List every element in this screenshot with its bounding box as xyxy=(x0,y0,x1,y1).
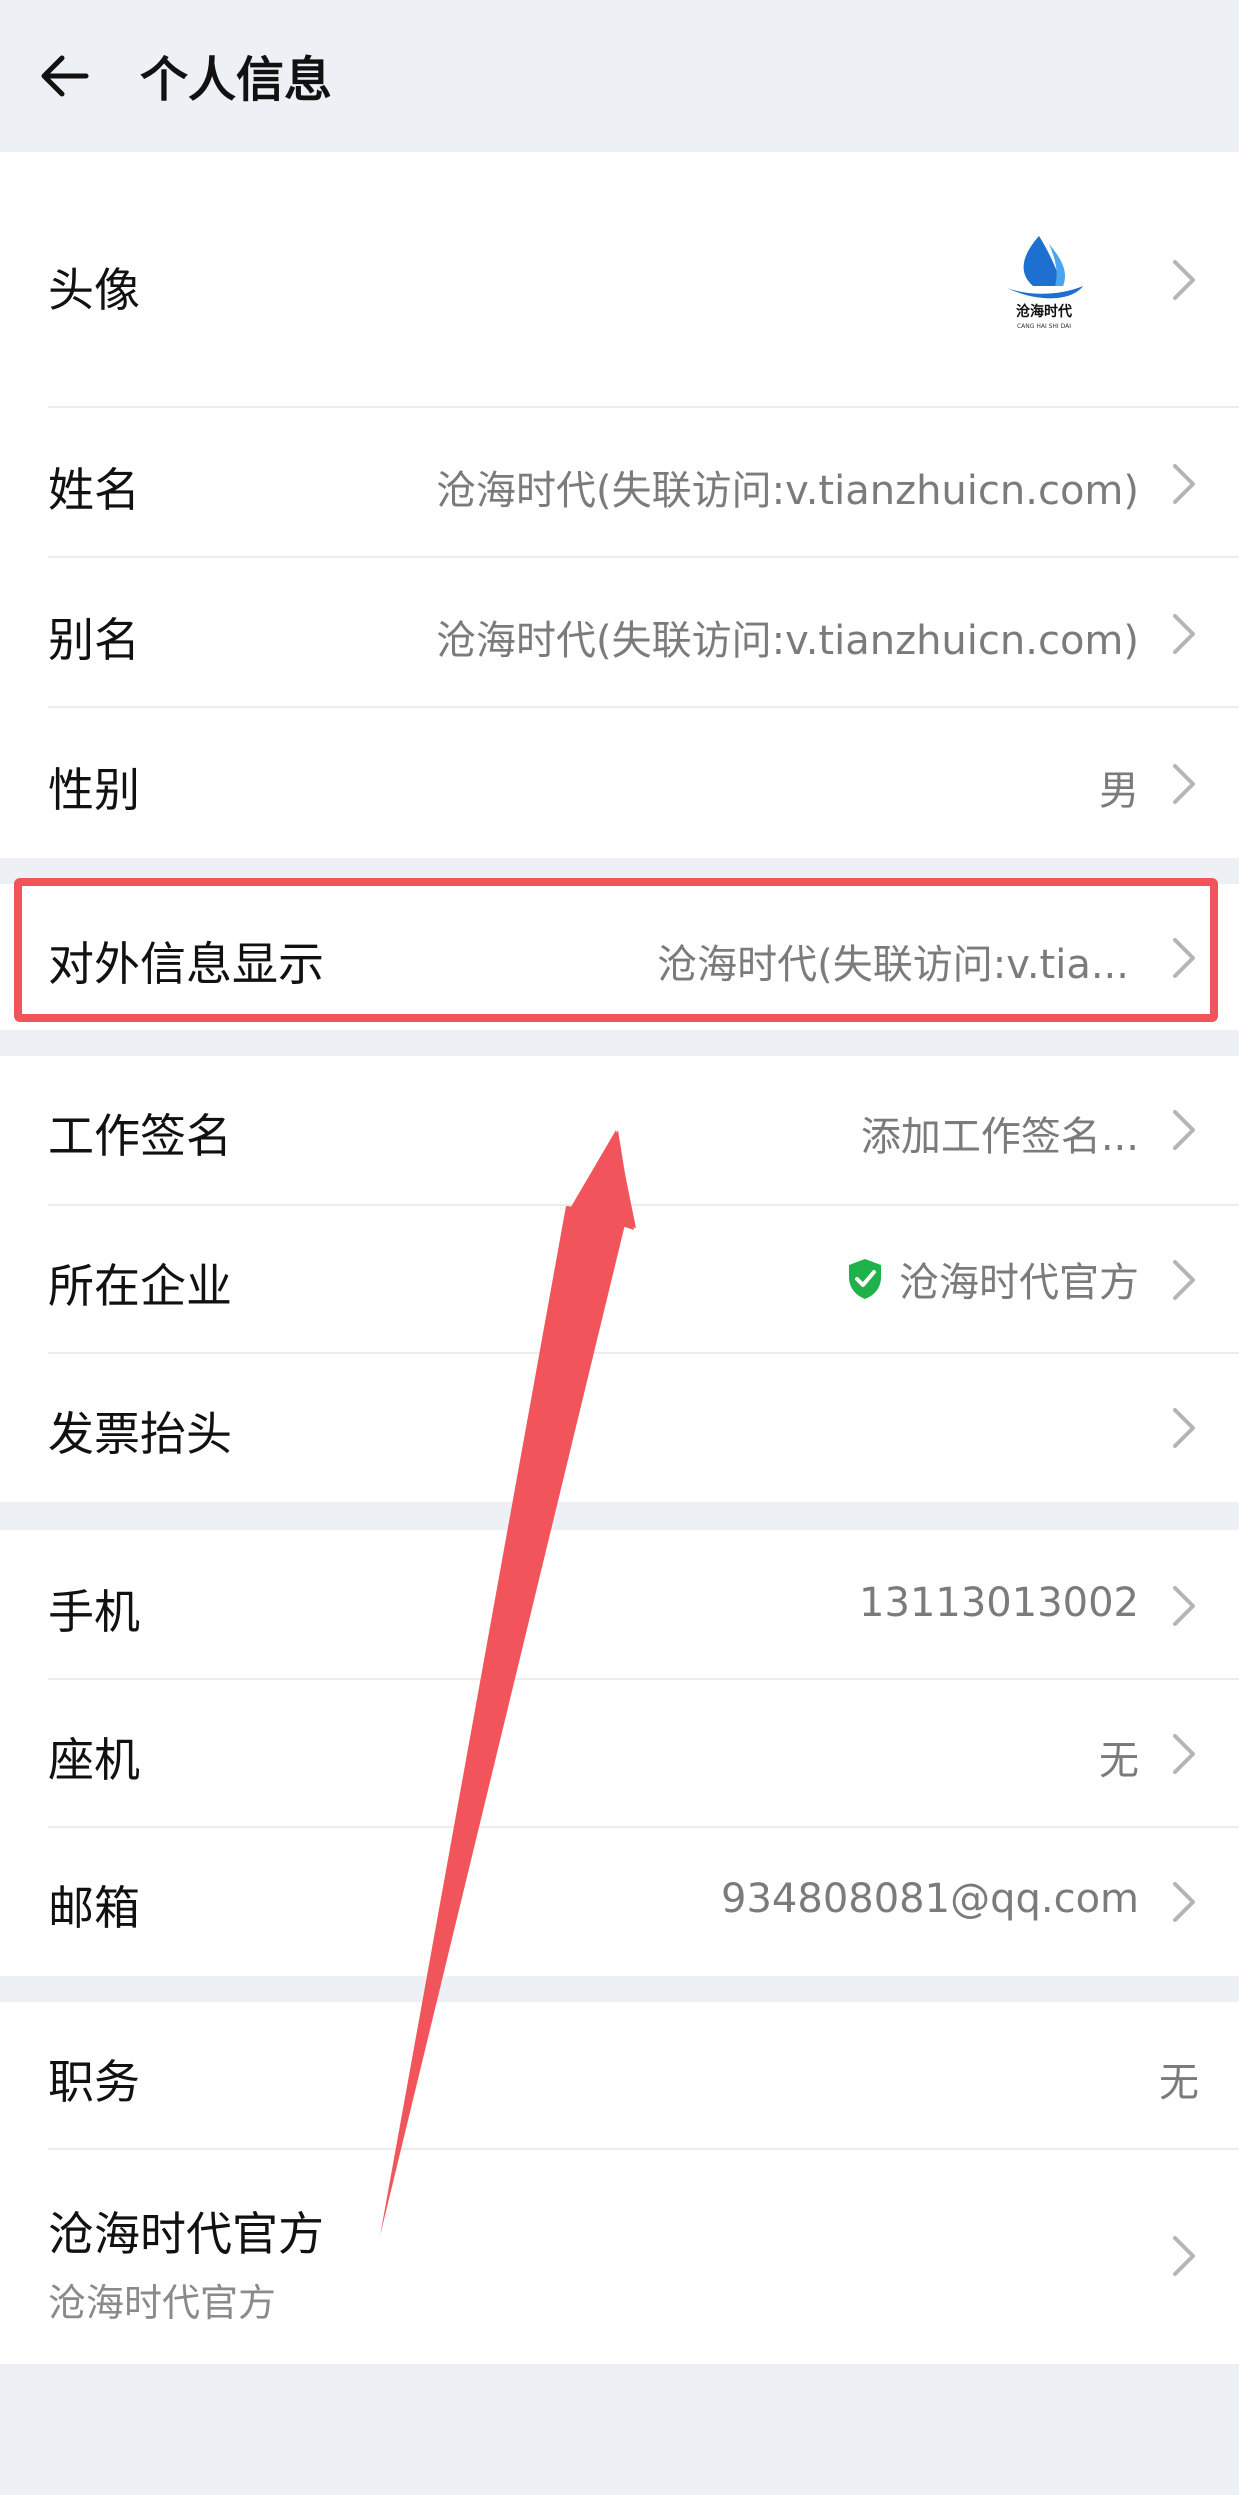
alias-row[interactable]: 别名 沧海时代(失联访问:v.tianzhuicn.com) xyxy=(0,558,1239,708)
chevron-right-icon xyxy=(1173,2236,1195,2276)
email-row[interactable]: 邮箱 934808081@qq.com xyxy=(0,1828,1239,1976)
chevron-right-icon xyxy=(1173,1586,1195,1626)
chevron-right-icon xyxy=(1173,1734,1195,1774)
mobile-value: 13113013002 xyxy=(859,1580,1139,1626)
avatar-label: 头像 xyxy=(48,263,140,317)
invoice-row[interactable]: 发票抬头 xyxy=(0,1354,1239,1502)
chevron-right-icon xyxy=(1173,764,1195,804)
back-button[interactable] xyxy=(34,46,94,106)
chevron-right-icon xyxy=(1173,1408,1195,1448)
name-value: 沧海时代(失联访问:v.tianzhuicn.com) xyxy=(436,468,1139,514)
personal-info-page: 个人信息 头像 沧海时代 CANG HAI SHI DAI 姓名 沧海时代(失联… xyxy=(0,0,1239,2495)
company-logo: 沧海时代 CANG HAI SHI DAI xyxy=(999,236,1089,330)
chevron-right-icon xyxy=(1173,464,1195,504)
chevron-right-icon xyxy=(1173,1882,1195,1922)
svg-text:沧海时代: 沧海时代 xyxy=(1016,303,1072,320)
contact-section: 手机 13113013002 座机 无 邮箱 934808081@qq.com xyxy=(0,1530,1239,1976)
position-label: 职务 xyxy=(48,2055,140,2109)
company-label: 所在企业 xyxy=(48,1259,232,1313)
top-bar: 个人信息 xyxy=(0,0,1239,152)
basic-info-section: 头像 沧海时代 CANG HAI SHI DAI 姓名 沧海时代(失联访问:v.… xyxy=(0,152,1239,858)
company-value: 沧海时代官方 xyxy=(899,1260,1139,1306)
alias-value: 沧海时代(失联访问:v.tianzhuicn.com) xyxy=(436,618,1139,664)
gender-value: 男 xyxy=(1099,768,1139,814)
arrow-left-icon xyxy=(41,55,89,97)
position-value: 无 xyxy=(1159,2060,1199,2106)
company-value-wrap: 沧海时代官方 xyxy=(845,1250,1139,1308)
mobile-label: 手机 xyxy=(48,1585,140,1639)
external-info-value: 沧海时代(失联访问:v.tia... xyxy=(657,942,1129,988)
work-info-section: 工作签名 添加工作签名... 所在企业 沧海时代官方 发票抬头 xyxy=(0,1056,1239,1502)
organization-sublabel: 沧海时代官方 xyxy=(48,2281,277,2325)
invoice-label: 发票抬头 xyxy=(48,1407,232,1461)
signature-value: 添加工作签名... xyxy=(860,1114,1139,1160)
name-row[interactable]: 姓名 沧海时代(失联访问:v.tianzhuicn.com) xyxy=(0,408,1239,558)
organization-label: 沧海时代官方 xyxy=(48,2207,324,2261)
page-title: 个人信息 xyxy=(140,52,333,108)
avatar-row[interactable]: 头像 沧海时代 CANG HAI SHI DAI xyxy=(0,152,1239,408)
name-label: 姓名 xyxy=(48,463,140,517)
position-row: 职务 无 xyxy=(0,2002,1239,2150)
chevron-right-icon xyxy=(1173,614,1195,654)
email-value: 934808081@qq.com xyxy=(721,1876,1139,1922)
organization-row[interactable]: 沧海时代官方 沧海时代官方 xyxy=(0,2150,1239,2364)
chevron-right-icon xyxy=(1173,1110,1195,1150)
signature-row[interactable]: 工作签名 添加工作签名... xyxy=(0,1056,1239,1206)
alias-label: 别名 xyxy=(48,613,140,667)
chevron-right-icon xyxy=(1173,1260,1195,1300)
shield-check-icon xyxy=(849,1259,881,1299)
landline-value: 无 xyxy=(1099,1738,1139,1784)
chevron-right-icon xyxy=(1173,260,1195,300)
chevron-right-icon xyxy=(1173,938,1195,978)
email-label: 邮箱 xyxy=(48,1881,140,1935)
avatar: 沧海时代 CANG HAI SHI DAI xyxy=(989,224,1099,334)
landline-row[interactable]: 座机 无 xyxy=(0,1680,1239,1828)
mobile-row[interactable]: 手机 13113013002 xyxy=(0,1530,1239,1680)
svg-text:CANG HAI SHI DAI: CANG HAI SHI DAI xyxy=(1017,323,1071,330)
external-info-row[interactable]: 对外信息显示 沧海时代(失联访问:v.tia... xyxy=(0,884,1239,1030)
landline-label: 座机 xyxy=(48,1733,140,1787)
position-section: 职务 无 沧海时代官方 沧海时代官方 xyxy=(0,2002,1239,2364)
gender-row[interactable]: 性别 男 xyxy=(0,708,1239,858)
external-info-section: 对外信息显示 沧海时代(失联访问:v.tia... xyxy=(0,884,1239,1030)
signature-label: 工作签名 xyxy=(48,1109,232,1163)
company-row[interactable]: 所在企业 沧海时代官方 xyxy=(0,1206,1239,1354)
gender-label: 性别 xyxy=(48,763,140,817)
external-info-label: 对外信息显示 xyxy=(48,937,324,991)
